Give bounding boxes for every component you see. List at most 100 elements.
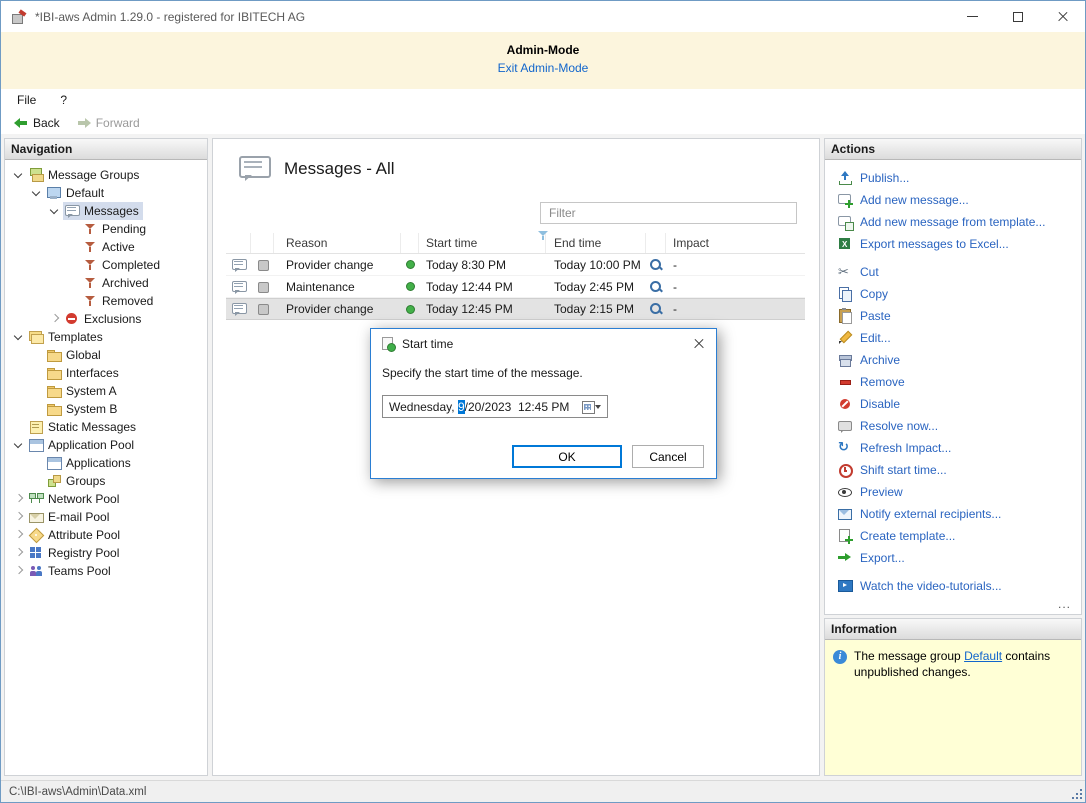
action-archive[interactable]: Archive [837,349,1081,371]
datetime-picker[interactable]: Wednesday, 9/20/2023 12:45 PM [382,395,608,418]
tree-item-messages[interactable]: Messages [5,202,207,220]
exit-admin-mode-link[interactable]: Exit Admin-Mode [498,61,589,75]
collapse-chevron-icon[interactable] [11,329,27,345]
action-notify-external-recipients[interactable]: Notify external recipients... [837,503,1081,525]
tree-item-templates[interactable]: Templates [5,328,207,346]
action-resolve-now[interactable]: Resolve now... [837,415,1081,437]
tree-item-archived[interactable]: Archived [5,274,207,292]
collapse-chevron-icon[interactable] [11,167,27,183]
expand-chevron-icon[interactable] [11,509,27,525]
action-shift-start-time[interactable]: Shift start time... [837,459,1081,481]
table-row[interactable]: MaintenanceToday 12:44 PMToday 2:45 PM- [226,276,805,298]
tree-item-e-mail-pool[interactable]: E-mail Pool [5,508,207,526]
expander-spacer [65,221,81,237]
forward-button[interactable]: Forward [76,115,140,131]
expand-chevron-icon[interactable] [11,527,27,543]
col-impact-icon[interactable] [646,233,666,253]
col-reason[interactable]: Reason [274,233,401,253]
collapse-chevron-icon[interactable] [11,437,27,453]
tree-item-active[interactable]: Active [5,238,207,256]
tree-item-teams-pool[interactable]: Teams Pool [5,562,207,580]
filter-input[interactable] [540,202,797,224]
action-watch-the-video-tutorials[interactable]: Watch the video-tutorials... [837,575,1081,597]
back-button[interactable]: Back [13,115,60,131]
funnel-icon [82,239,98,255]
table-row[interactable]: Provider changeToday 8:30 PMToday 10:00 … [226,254,805,276]
menu-help[interactable]: ? [60,93,67,107]
action-publish[interactable]: Publish... [837,167,1081,189]
expand-chevron-icon[interactable] [11,545,27,561]
add-message-icon [837,192,853,208]
action-paste[interactable]: Paste [837,305,1081,327]
collapse-chevron-icon[interactable] [47,203,63,219]
action-label: Add new message... [860,193,969,207]
tree-item-exclusions[interactable]: Exclusions [5,310,207,328]
tree-item-message-groups[interactable]: Message Groups [5,166,207,184]
cut-icon [837,264,853,280]
expander-spacer [29,365,45,381]
col-state-icon[interactable] [251,233,274,253]
action-refresh-impact[interactable]: Refresh Impact... [837,437,1081,459]
default-group-link[interactable]: Default [964,649,1002,663]
expander-spacer [65,275,81,291]
tree-item-completed[interactable]: Completed [5,256,207,274]
tree-item-global[interactable]: Global [5,346,207,364]
action-edit[interactable]: Edit... [837,327,1081,349]
tree-item-system-a[interactable]: System A [5,382,207,400]
action-add-new-message[interactable]: Add new message... [837,189,1081,211]
tree-item-attribute-pool[interactable]: Attribute Pool [5,526,207,544]
tree-item-static-messages[interactable]: Static Messages [5,418,207,436]
action-disable[interactable]: Disable [837,393,1081,415]
action-export[interactable]: Export... [837,547,1081,569]
close-button[interactable] [1040,1,1085,32]
tree-item-label: Application Pool [48,438,134,452]
tree-item-interfaces[interactable]: Interfaces [5,364,207,382]
tree-item-pending[interactable]: Pending [5,220,207,238]
more-actions[interactable]: ... [825,597,1081,614]
messages-icon [231,257,247,273]
action-remove[interactable]: Remove [837,371,1081,393]
tree-item-label: Applications [66,456,131,470]
tree-item-body: Exclusions [63,310,145,328]
status-dot-icon [406,282,415,291]
maximize-button[interactable] [995,1,1040,32]
calendar-dropdown-button[interactable] [579,398,605,415]
ok-button[interactable]: OK [512,445,622,468]
expander-spacer [65,293,81,309]
dialog-buttons: OK Cancel [512,445,704,468]
registry-pool-icon [28,545,44,561]
action-cut[interactable]: Cut [837,261,1081,283]
action-export-messages-to-excel[interactable]: Export messages to Excel... [837,233,1081,255]
tree-item-body: Active [81,238,139,256]
action-copy[interactable]: Copy [837,283,1081,305]
minimize-button[interactable] [950,1,995,32]
action-preview[interactable]: Preview [837,481,1081,503]
tree-item-applications[interactable]: Applications [5,454,207,472]
col-end-time[interactable]: End time [546,233,646,253]
col-start-time[interactable]: Start time [419,233,546,253]
expand-chevron-icon[interactable] [11,491,27,507]
cancel-button[interactable]: Cancel [632,445,704,468]
col-impact[interactable]: Impact [666,233,805,253]
dialog-close-button[interactable] [691,336,707,352]
tree-item-default[interactable]: Default [5,184,207,202]
action-label: Paste [860,309,891,323]
col-status[interactable] [401,233,419,253]
col-message-icon[interactable] [226,233,251,253]
tree-item-application-pool[interactable]: Application Pool [5,436,207,454]
table-row[interactable]: Provider changeToday 12:45 PMToday 2:15 … [226,298,805,320]
tree-item-system-b[interactable]: System B [5,400,207,418]
expand-chevron-icon[interactable] [47,311,63,327]
tree-item-registry-pool[interactable]: Registry Pool [5,544,207,562]
admin-mode-title: Admin-Mode [1,43,1085,57]
action-add-new-message-from-template[interactable]: Add new message from template... [837,211,1081,233]
tree-item-network-pool[interactable]: Network Pool [5,490,207,508]
menu-file[interactable]: File [17,93,36,107]
tree-item-groups[interactable]: Groups [5,472,207,490]
action-create-template[interactable]: Create template... [837,525,1081,547]
resize-grip[interactable] [1069,786,1083,800]
expand-chevron-icon[interactable] [11,563,27,579]
information-body: The message group Default contains unpub… [825,640,1081,775]
collapse-chevron-icon[interactable] [29,185,45,201]
tree-item-removed[interactable]: Removed [5,292,207,310]
